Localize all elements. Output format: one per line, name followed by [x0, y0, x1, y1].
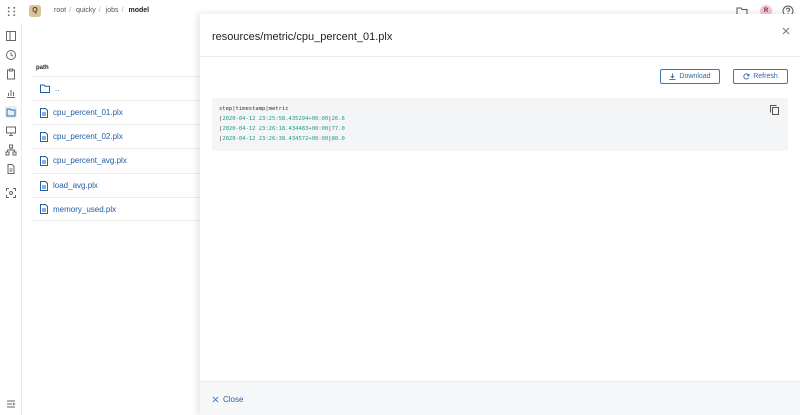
file-preview-panel: resources/metric/cpu_percent_01.plx Down…	[200, 14, 800, 415]
close-label: Close	[223, 395, 244, 404]
clock-icon[interactable]	[5, 49, 17, 61]
close-icon	[212, 396, 219, 403]
apps-grid-icon[interactable]	[6, 6, 17, 17]
breadcrumb-model: model	[128, 7, 150, 14]
chart-icon[interactable]	[5, 87, 17, 99]
breadcrumb-jobs[interactable]: jobs	[106, 7, 119, 14]
refresh-label: Refresh	[753, 73, 778, 80]
row-metric: 26.6	[331, 116, 345, 122]
expand-sidebar-icon[interactable]	[5, 398, 17, 410]
file-content-row: |2020-04-12 23:26:18.434483+00:00|77.0	[219, 126, 345, 132]
breadcrumb-separator: /	[98, 7, 101, 14]
file-icon	[40, 131, 48, 142]
refresh-button[interactable]: Refresh	[733, 69, 788, 84]
panel-title: resources/metric/cpu_percent_01.plx	[212, 31, 393, 43]
list-item-label: cpu_percent_avg.plx	[53, 156, 127, 165]
file-content-row: |2020-04-12 23:25:58.435294+00:00|26.6	[219, 116, 345, 122]
panel-footer: Close	[200, 381, 800, 415]
row-timestamp: 2020-04-12 23:26:18.434483+00:00	[222, 126, 329, 132]
app-logo[interactable]: Q	[29, 5, 41, 17]
close-icon[interactable]	[782, 27, 790, 35]
clipboard-icon[interactable]	[5, 68, 17, 80]
file-content: step|timestamp|metric |2020-04-12 23:25:…	[212, 98, 788, 151]
download-icon	[669, 73, 676, 80]
path-column-header: path	[36, 65, 49, 71]
document-icon[interactable]	[5, 163, 17, 175]
file-icon	[40, 107, 48, 118]
divider	[200, 56, 800, 57]
breadcrumb-root[interactable]: root	[54, 7, 66, 14]
scan-icon[interactable]	[5, 187, 17, 199]
left-nav-rail	[0, 23, 22, 415]
list-item-label: ..	[55, 84, 60, 93]
download-button[interactable]: Download	[660, 69, 720, 84]
hierarchy-icon[interactable]	[5, 144, 17, 156]
list-item-label: cpu_percent_01.plx	[53, 108, 123, 117]
list-item-label: memory_used.plx	[53, 204, 117, 214]
files-icon[interactable]	[5, 106, 17, 118]
breadcrumb-quicky[interactable]: quicky	[76, 7, 96, 14]
copy-icon[interactable]	[770, 105, 779, 115]
file-header-line: step|timestamp|metric	[219, 106, 289, 112]
file-list: path .. cpu_percent_01.plx cpu_percent_0…	[22, 23, 200, 415]
list-item[interactable]: cpu_percent_01.plx	[32, 100, 200, 124]
breadcrumb: root / quicky / jobs / model	[54, 7, 149, 14]
list-item-label: cpu_percent_02.plx	[53, 132, 123, 141]
file-icon	[40, 204, 48, 214]
file-content-row: |2020-04-12 23:26:38.434572+00:00|80.0	[219, 136, 345, 142]
list-item[interactable]: load_avg.plx	[32, 173, 200, 197]
row-metric: 77.0	[331, 126, 345, 132]
row-timestamp: 2020-04-12 23:25:58.435294+00:00	[222, 116, 329, 122]
monitor-icon[interactable]	[5, 125, 17, 137]
file-icon	[40, 155, 48, 166]
file-icon	[40, 180, 48, 191]
close-button[interactable]: Close	[212, 395, 243, 404]
layout-icon[interactable]	[5, 30, 17, 42]
breadcrumb-separator: /	[69, 7, 72, 14]
list-item[interactable]: cpu_percent_avg.plx	[32, 148, 200, 172]
list-item-parent[interactable]: ..	[32, 76, 200, 100]
download-label: Download	[679, 73, 711, 80]
list-item[interactable]: cpu_percent_02.plx	[32, 124, 200, 148]
list-item[interactable]: memory_used.plx	[32, 197, 200, 221]
row-timestamp: 2020-04-12 23:26:38.434572+00:00	[222, 136, 329, 142]
breadcrumb-separator: /	[121, 7, 124, 14]
folder-icon	[40, 84, 50, 93]
refresh-icon	[743, 73, 750, 80]
list-item-label: load_avg.plx	[53, 181, 98, 190]
row-metric: 80.0	[331, 136, 345, 142]
